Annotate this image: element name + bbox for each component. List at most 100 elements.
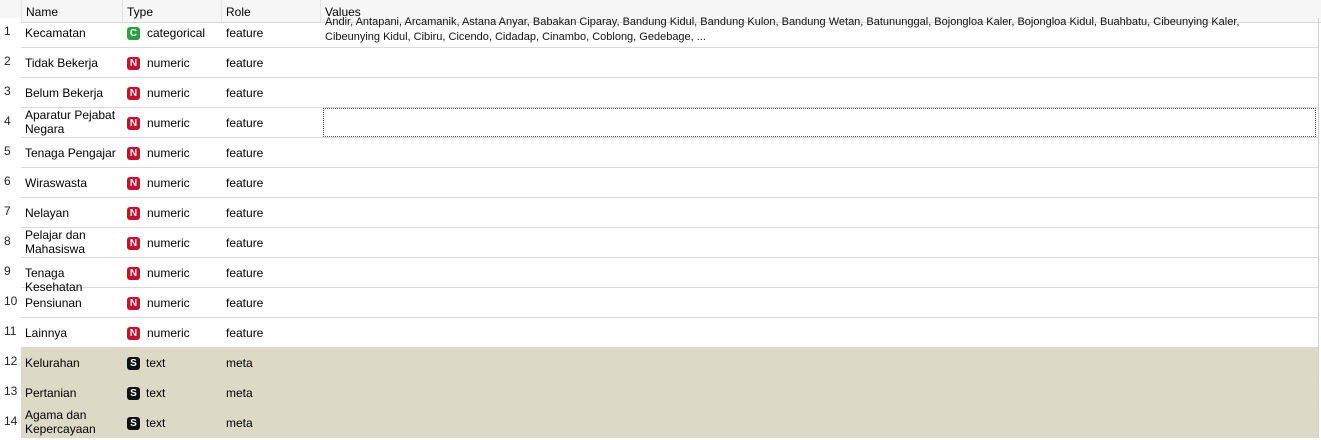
type-text-icon: S [127, 417, 140, 430]
row-body[interactable] [21, 288, 1319, 318]
row-number: 12 [4, 354, 18, 368]
variable-name[interactable]: Tenaga Pengajar [25, 146, 119, 160]
variable-role[interactable]: meta [226, 416, 253, 430]
row-number: 13 [4, 384, 18, 398]
variable-name[interactable]: Lainnya [25, 326, 119, 340]
variable-role[interactable]: meta [226, 386, 253, 400]
type-categorical-icon: C [127, 27, 140, 40]
variable-role[interactable]: feature [226, 146, 263, 160]
row-number: 10 [4, 294, 18, 308]
row-number: 7 [4, 204, 11, 218]
variable-role[interactable]: feature [226, 86, 263, 100]
row-body[interactable] [21, 168, 1319, 198]
variable-name[interactable]: Pensiunan [25, 296, 119, 310]
variable-name[interactable]: Wiraswasta [25, 176, 119, 190]
row-number: 6 [4, 174, 11, 188]
variable-type[interactable]: text [146, 416, 165, 430]
row-number: 4 [4, 114, 11, 128]
variable-role[interactable]: feature [226, 236, 263, 250]
table-row[interactable]: 6 Wiraswasta Nnumeric feature [0, 168, 1321, 198]
row-body[interactable] [21, 198, 1319, 228]
variable-name[interactable]: Kelurahan [25, 356, 119, 370]
variable-name[interactable]: Belum Bekerja [25, 86, 119, 100]
type-numeric-icon: N [127, 267, 140, 280]
table-row[interactable]: 12 Kelurahan Stext meta [0, 348, 1321, 378]
type-numeric-icon: N [127, 237, 140, 250]
row-body[interactable] [21, 138, 1319, 168]
table-row[interactable]: 14 Agama dan Kepercayaan Stext meta [0, 408, 1321, 438]
header-name[interactable]: Name [26, 5, 58, 19]
row-body[interactable] [21, 228, 1319, 258]
table-row[interactable]: 11 Lainnya Nnumeric feature [0, 318, 1321, 348]
variable-name[interactable]: Tidak Bekerja [25, 56, 119, 70]
variable-type[interactable]: text [146, 356, 165, 370]
variable-name[interactable]: Agama dan Kepercayaan [25, 408, 119, 436]
variable-type[interactable]: numeric [147, 176, 190, 190]
variable-role[interactable]: feature [226, 296, 263, 310]
variable-type[interactable]: numeric [147, 326, 190, 340]
row-number: 2 [4, 54, 11, 68]
variable-name[interactable]: Aparatur Pejabat Negara [25, 108, 119, 136]
row-body[interactable] [21, 258, 1319, 288]
variable-name[interactable]: Pertanian [25, 386, 119, 400]
variable-role[interactable]: feature [226, 326, 263, 340]
table-row[interactable]: 13 Pertanian Stext meta [0, 378, 1321, 408]
row-body[interactable] [21, 348, 1319, 378]
variable-type[interactable]: numeric [147, 206, 190, 220]
variable-role[interactable]: feature [226, 266, 263, 280]
variable-name[interactable]: Pelajar dan Mahasiswa [25, 228, 119, 256]
type-numeric-icon: N [127, 297, 140, 310]
row-body[interactable] [21, 48, 1319, 78]
row-number: 9 [4, 264, 11, 278]
focused-values-cell[interactable] [323, 108, 1316, 137]
row-body[interactable] [21, 78, 1319, 108]
row-number: 14 [4, 414, 18, 428]
variable-name[interactable]: Kecamatan [25, 26, 119, 40]
type-numeric-icon: N [127, 117, 140, 130]
variable-role[interactable]: feature [226, 56, 263, 70]
table-row[interactable]: 10 Pensiunan Nnumeric feature [0, 288, 1321, 318]
row-number: 5 [4, 144, 11, 158]
row-number: 8 [4, 234, 11, 248]
variable-name[interactable]: Nelayan [25, 206, 119, 220]
variable-role[interactable]: feature [226, 116, 263, 130]
header-type[interactable]: Type [127, 5, 153, 19]
table-row[interactable]: 7 Nelayan Nnumeric feature [0, 198, 1321, 228]
type-numeric-icon: N [127, 147, 140, 160]
variable-type[interactable]: numeric [147, 266, 190, 280]
variable-type[interactable]: numeric [147, 236, 190, 250]
type-numeric-icon: N [127, 207, 140, 220]
table-row[interactable]: 3 Belum Bekerja Nnumeric feature [0, 78, 1321, 108]
variable-role[interactable]: feature [226, 26, 263, 40]
variable-role[interactable]: feature [226, 176, 263, 190]
row-number: 1 [4, 24, 11, 38]
table-row[interactable]: 9 Tenaga Kesehatan Nnumeric feature [0, 258, 1321, 294]
row-number: 3 [4, 84, 11, 98]
type-numeric-icon: N [127, 87, 140, 100]
row-body[interactable] [21, 408, 1319, 438]
variable-role[interactable]: feature [226, 206, 263, 220]
type-numeric-icon: N [127, 177, 140, 190]
header-role[interactable]: Role [226, 5, 251, 19]
variable-type[interactable]: numeric [147, 146, 190, 160]
variable-type[interactable]: categorical [147, 26, 205, 40]
variable-type[interactable]: text [146, 386, 165, 400]
variable-values-line[interactable]: Cibeunying Kidul, Cibiru, Cicendo, Cidad… [325, 30, 1315, 45]
domain-editor-table: Name Type Role Values 1 Kecamatan Ccategor… [0, 0, 1321, 440]
row-body[interactable] [21, 378, 1319, 408]
table-row[interactable]: 1 Kecamatan Ccategorical feature Andir, Anta… [0, 15, 1321, 48]
type-text-icon: S [127, 387, 140, 400]
type-text-icon: S [127, 357, 140, 370]
variable-role[interactable]: meta [226, 356, 253, 370]
variable-type[interactable]: numeric [147, 86, 190, 100]
table-row[interactable]: 2 Tidak Bekerja Nnumeric feature [0, 48, 1321, 78]
table-row[interactable]: 8 Pelajar dan Mahasiswa Nnumeric feature [0, 228, 1321, 258]
row-number: 11 [4, 324, 17, 338]
variable-type[interactable]: numeric [147, 56, 190, 70]
variable-type[interactable]: numeric [147, 296, 190, 310]
variable-values-line[interactable]: Andir, Antapani, Arcamanik, Astana Anyar… [325, 15, 1315, 30]
row-body[interactable] [21, 318, 1319, 348]
variable-type[interactable]: numeric [147, 116, 190, 130]
type-numeric-icon: N [127, 327, 140, 340]
table-row[interactable]: 5 Tenaga Pengajar Nnumeric feature [0, 138, 1321, 168]
